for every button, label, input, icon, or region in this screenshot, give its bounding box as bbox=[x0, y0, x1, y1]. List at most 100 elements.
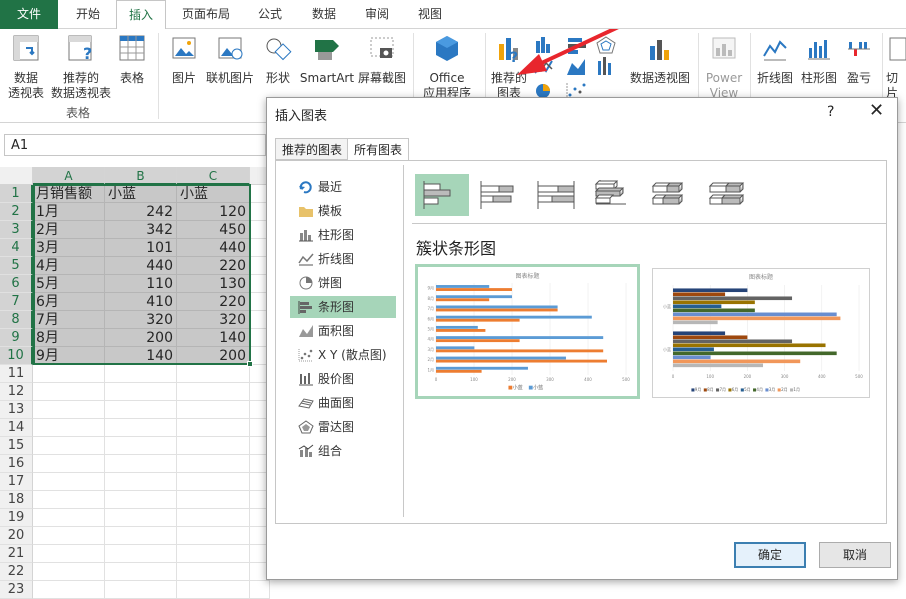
cell[interactable] bbox=[105, 437, 177, 455]
cell[interactable] bbox=[177, 527, 250, 545]
cell[interactable] bbox=[177, 473, 250, 491]
tab-view[interactable]: 视图 bbox=[404, 0, 456, 29]
power-view-button[interactable]: Power View bbox=[702, 34, 746, 101]
column-header-b[interactable]: B bbox=[105, 167, 177, 185]
tab-insert[interactable]: 插入 bbox=[116, 0, 166, 30]
row-header[interactable]: 12 bbox=[0, 383, 33, 401]
row-header[interactable]: 19 bbox=[0, 509, 33, 527]
row-header[interactable]: 10 bbox=[0, 347, 33, 365]
tab-page-layout[interactable]: 页面布局 bbox=[168, 0, 244, 29]
cell[interactable] bbox=[105, 527, 177, 545]
row-header[interactable]: 21 bbox=[0, 545, 33, 563]
cell[interactable] bbox=[33, 383, 105, 401]
cell[interactable] bbox=[177, 545, 250, 563]
row-header[interactable]: 18 bbox=[0, 491, 33, 509]
category-combo[interactable]: 组合 bbox=[290, 440, 396, 462]
chart-preview-by-series[interactable]: 图表标题 0 100 200 300 400 500 小蓝 小蓝 ■9月 ■8月 ■7月 ■6月 ■5… bbox=[652, 268, 870, 398]
row-header[interactable]: 22 bbox=[0, 563, 33, 581]
tab-file[interactable]: 文件 bbox=[0, 0, 58, 29]
smartart-button[interactable]: SmartArt bbox=[298, 34, 356, 86]
cell[interactable] bbox=[33, 455, 105, 473]
cell[interactable] bbox=[105, 455, 177, 473]
cell[interactable] bbox=[177, 581, 250, 599]
subtype-percent-stacked-bar[interactable] bbox=[529, 174, 583, 216]
shapes-button[interactable]: 形状 bbox=[258, 34, 298, 86]
cell[interactable] bbox=[105, 419, 177, 437]
category-surface[interactable]: 曲面图 bbox=[290, 392, 396, 414]
cell[interactable] bbox=[105, 383, 177, 401]
subtype-stacked-bar[interactable] bbox=[472, 174, 526, 216]
row-header[interactable]: 15 bbox=[0, 437, 33, 455]
cell[interactable] bbox=[33, 437, 105, 455]
category-recent[interactable]: 最近 bbox=[290, 176, 396, 198]
column-header-a[interactable]: A bbox=[33, 167, 105, 185]
help-button[interactable]: ? bbox=[827, 104, 834, 120]
row-header[interactable]: 2 bbox=[0, 203, 33, 221]
sparkline-winloss-button[interactable]: 盈亏 bbox=[840, 34, 878, 86]
tab-formulas[interactable]: 公式 bbox=[246, 0, 294, 29]
online-pictures-button[interactable]: 联机图片 bbox=[204, 34, 256, 86]
row-header[interactable]: 20 bbox=[0, 527, 33, 545]
row-header[interactable]: 7 bbox=[0, 293, 33, 311]
cell[interactable] bbox=[177, 419, 250, 437]
cell[interactable] bbox=[105, 509, 177, 527]
screenshot-button[interactable]: 屏幕截图 bbox=[356, 34, 408, 86]
sparkline-line-button[interactable]: 折线图 bbox=[754, 34, 796, 86]
subtype-3d-stacked-bar[interactable] bbox=[643, 174, 697, 216]
tab-home[interactable]: 开始 bbox=[62, 0, 114, 29]
row-header[interactable]: 5 bbox=[0, 257, 33, 275]
cell[interactable] bbox=[105, 401, 177, 419]
cell[interactable] bbox=[105, 563, 177, 581]
category-line[interactable]: 折线图 bbox=[290, 248, 396, 270]
cell[interactable] bbox=[105, 581, 177, 599]
row-header[interactable]: 13 bbox=[0, 401, 33, 419]
cell[interactable] bbox=[105, 365, 177, 383]
category-templates[interactable]: 模板 bbox=[290, 200, 396, 222]
cell[interactable] bbox=[250, 581, 270, 599]
tab-review[interactable]: 审阅 bbox=[352, 0, 402, 29]
category-stock[interactable]: 股价图 bbox=[290, 368, 396, 390]
column-header-c[interactable]: C bbox=[177, 167, 250, 185]
pivot-chart-button[interactable]: 数据透视图 bbox=[628, 34, 692, 86]
name-box[interactable]: A1 bbox=[4, 134, 266, 156]
row-header[interactable]: 1 bbox=[0, 185, 33, 203]
row-header[interactable]: 6 bbox=[0, 275, 33, 293]
table-button[interactable]: 表格 bbox=[114, 34, 150, 86]
pie-chart-icon[interactable] bbox=[536, 84, 550, 98]
cell[interactable] bbox=[177, 401, 250, 419]
pivot-table-button[interactable]: 数据 透视表 bbox=[4, 34, 48, 101]
tab-data[interactable]: 数据 bbox=[298, 0, 350, 29]
cell[interactable] bbox=[33, 563, 105, 581]
row-header[interactable]: 23 bbox=[0, 581, 33, 599]
fill-handle[interactable] bbox=[247, 361, 253, 367]
cell[interactable] bbox=[177, 383, 250, 401]
cancel-button[interactable]: 取消 bbox=[819, 542, 891, 568]
chart-preview-by-month[interactable]: 图表标题 0 100 200 300 400 500 9月 8月 7月 6月 5月 4月 3月 2月 1月 … bbox=[415, 264, 640, 399]
row-header[interactable]: 4 bbox=[0, 239, 33, 257]
cell[interactable] bbox=[33, 401, 105, 419]
cell[interactable] bbox=[33, 365, 105, 383]
row-header[interactable]: 16 bbox=[0, 455, 33, 473]
row-header[interactable]: 17 bbox=[0, 473, 33, 491]
tab-recommended-charts[interactable]: 推荐的图表 bbox=[275, 138, 350, 160]
category-column[interactable]: 柱形图 bbox=[290, 224, 396, 246]
cell[interactable] bbox=[177, 365, 250, 383]
cell[interactable] bbox=[177, 491, 250, 509]
recommended-pivot-button[interactable]: ? 推荐的 数据透视表 bbox=[50, 34, 112, 101]
row-header[interactable]: 14 bbox=[0, 419, 33, 437]
cell[interactable] bbox=[33, 527, 105, 545]
cell[interactable] bbox=[177, 437, 250, 455]
cell[interactable] bbox=[105, 545, 177, 563]
cell[interactable] bbox=[177, 563, 250, 581]
scatter-chart-icon[interactable] bbox=[566, 83, 587, 99]
row-header[interactable]: 9 bbox=[0, 329, 33, 347]
subtype-3d-clustered-bar[interactable] bbox=[586, 174, 640, 216]
row-header[interactable]: 8 bbox=[0, 311, 33, 329]
cell[interactable] bbox=[105, 491, 177, 509]
subtype-clustered-bar[interactable] bbox=[415, 174, 469, 216]
cell[interactable] bbox=[33, 545, 105, 563]
close-button[interactable]: ✕ bbox=[869, 100, 884, 121]
category-area[interactable]: 面积图 bbox=[290, 320, 396, 342]
cell[interactable] bbox=[33, 581, 105, 599]
cell[interactable] bbox=[177, 509, 250, 527]
